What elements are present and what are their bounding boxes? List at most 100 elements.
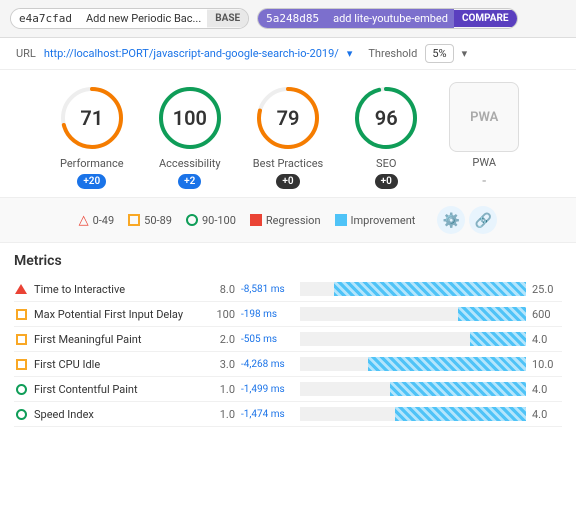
metric-icon-fcp — [14, 382, 28, 396]
triangle-icon: △ — [79, 214, 89, 227]
base-commit-hash: e4a7cfad — [11, 9, 80, 28]
metric-bar-fill-fmp — [470, 332, 527, 346]
metric-row-si: Speed Index 1.0 -1,474 ms 4.0 — [14, 402, 562, 427]
legend-bar: △ 0-49 50-89 90-100 Regression Improveme… — [0, 198, 576, 243]
score-badge-best-practices: +0 — [276, 174, 299, 189]
metric-name-mpfid: Max Potential First Input Delay — [34, 308, 199, 321]
metric-compare-val-fmp: 4.0 — [532, 333, 562, 346]
top-bar: e4a7cfad Add new Periodic Bac... BASE 5a… — [0, 0, 576, 38]
metric-row-tti: Time to Interactive 8.0 -8,581 ms 25.0 — [14, 277, 562, 302]
metric-base-val-mpfid: 100 — [205, 308, 235, 321]
compare-commit-badge[interactable]: 5a248d85 add lite-youtube-embed COMPARE — [257, 8, 517, 29]
base-commit-type: BASE — [207, 10, 248, 27]
metrics-title: Metrics — [14, 253, 562, 269]
url-dropdown-button[interactable]: ▾ — [347, 47, 353, 60]
score-label-performance: Performance — [60, 157, 124, 170]
base-commit-badge[interactable]: e4a7cfad Add new Periodic Bac... BASE — [10, 8, 249, 29]
legend-improvement: Improvement — [335, 214, 416, 227]
url-link[interactable]: http://localhost:PORT/javascript-and-goo… — [44, 47, 339, 60]
legend-90-100-label: 90-100 — [202, 214, 236, 227]
score-ring-accessibility: 100 — [155, 83, 225, 153]
legend-improvement-label: Improvement — [351, 214, 416, 227]
metric-row-fmp: First Meaningful Paint 2.0 -505 ms 4.0 — [14, 327, 562, 352]
legend-50-89: 50-89 — [128, 214, 172, 227]
score-number-seo: 96 — [375, 106, 398, 130]
metric-icon-mpfid — [14, 307, 28, 321]
threshold-value[interactable]: 5% — [425, 44, 453, 63]
metric-icon-triangle — [15, 284, 27, 294]
metric-icon-fmp — [14, 332, 28, 346]
metric-compare-val-tti: 25.0 — [532, 283, 562, 296]
metric-icon-square — [16, 334, 27, 345]
metric-name-fci: First CPU Idle — [34, 358, 199, 371]
improvement-icon — [335, 214, 347, 226]
metric-name-si: Speed Index — [34, 408, 199, 421]
metric-row-fcp: First Contentful Paint 1.0 -1,499 ms 4.0 — [14, 377, 562, 402]
score-pwa: PWA PWA - — [449, 82, 519, 189]
metric-change-fmp: -505 ms — [241, 334, 296, 345]
metric-bar-container-si — [300, 407, 526, 421]
pwa-box: PWA — [449, 82, 519, 152]
metric-bar-fill-fci — [368, 357, 526, 371]
metric-icon-circle — [16, 409, 27, 420]
metric-row-mpfid: Max Potential First Input Delay 100 -198… — [14, 302, 562, 327]
legend-regression-label: Regression — [266, 214, 321, 227]
metric-bar-container-tti — [300, 282, 526, 296]
metric-name-fmp: First Meaningful Paint — [34, 333, 199, 346]
metric-change-si: -1,474 ms — [241, 409, 296, 420]
score-badge-seo: +0 — [375, 174, 398, 189]
metric-bar-area-tti: -8,581 ms — [241, 282, 526, 296]
metric-bar-container-fcp — [300, 382, 526, 396]
score-number-accessibility: 100 — [173, 106, 207, 130]
score-label-best-practices: Best Practices — [253, 157, 323, 170]
metric-change-fcp: -1,499 ms — [241, 384, 296, 395]
legend-actions: ⚙️ 🔗 — [437, 206, 497, 234]
metrics-rows: Time to Interactive 8.0 -8,581 ms 25.0 M… — [14, 277, 562, 427]
action-btn-1[interactable]: ⚙️ — [437, 206, 465, 234]
metric-compare-val-fcp: 4.0 — [532, 383, 562, 396]
metric-bar-container-fmp — [300, 332, 526, 346]
regression-icon — [250, 214, 262, 226]
action-btn-2[interactable]: 🔗 — [469, 206, 497, 234]
metric-change-tti: -8,581 ms — [241, 284, 296, 295]
metric-base-val-fmp: 2.0 — [205, 333, 235, 346]
threshold-label: Threshold — [368, 47, 417, 60]
metric-base-val-fcp: 1.0 — [205, 383, 235, 396]
metric-change-mpfid: -198 ms — [241, 309, 296, 320]
score-badge-performance: +20 — [77, 174, 106, 189]
metric-name-fcp: First Contentful Paint — [34, 383, 199, 396]
metric-bar-fill-si — [395, 407, 526, 421]
score-number-best-practices: 79 — [277, 106, 300, 130]
metric-bar-area-mpfid: -198 ms — [241, 307, 526, 321]
score-label-seo: SEO — [376, 157, 396, 170]
score-ring-performance: 71 — [57, 83, 127, 153]
url-bar: URL http://localhost:PORT/javascript-and… — [0, 38, 576, 70]
score-best-practices: 79 Best Practices +0 — [253, 83, 323, 189]
metric-icon-si — [14, 407, 28, 421]
circle-icon — [186, 214, 198, 226]
score-accessibility: 100 Accessibility +2 — [155, 83, 225, 189]
metric-base-val-tti: 8.0 — [205, 283, 235, 296]
metric-base-val-fci: 3.0 — [205, 358, 235, 371]
metric-icon-fci — [14, 357, 28, 371]
metric-bar-container-fci — [300, 357, 526, 371]
legend-0-49-label: 0-49 — [93, 214, 115, 227]
score-seo: 96 SEO +0 — [351, 83, 421, 189]
score-ring-seo: 96 — [351, 83, 421, 153]
metric-bar-area-si: -1,474 ms — [241, 407, 526, 421]
metric-bar-area-fci: -4,268 ms — [241, 357, 526, 371]
metric-change-fci: -4,268 ms — [241, 359, 296, 370]
metric-bar-area-fcp: -1,499 ms — [241, 382, 526, 396]
square-icon — [128, 214, 140, 226]
metric-bar-fill-tti — [334, 282, 526, 296]
metric-name-tti: Time to Interactive — [34, 283, 199, 296]
score-performance: 71 Performance +20 — [57, 83, 127, 189]
compare-commit-message: add lite-youtube-embed — [327, 9, 454, 28]
metric-bar-area-fmp: -505 ms — [241, 332, 526, 346]
score-label-accessibility: Accessibility — [159, 157, 221, 170]
score-ring-best-practices: 79 — [253, 83, 323, 153]
compare-commit-hash: 5a248d85 — [258, 9, 327, 28]
metric-row-fci: First CPU Idle 3.0 -4,268 ms 10.0 — [14, 352, 562, 377]
metric-icon-square — [16, 309, 27, 320]
score-badge-accessibility: +2 — [178, 174, 201, 189]
